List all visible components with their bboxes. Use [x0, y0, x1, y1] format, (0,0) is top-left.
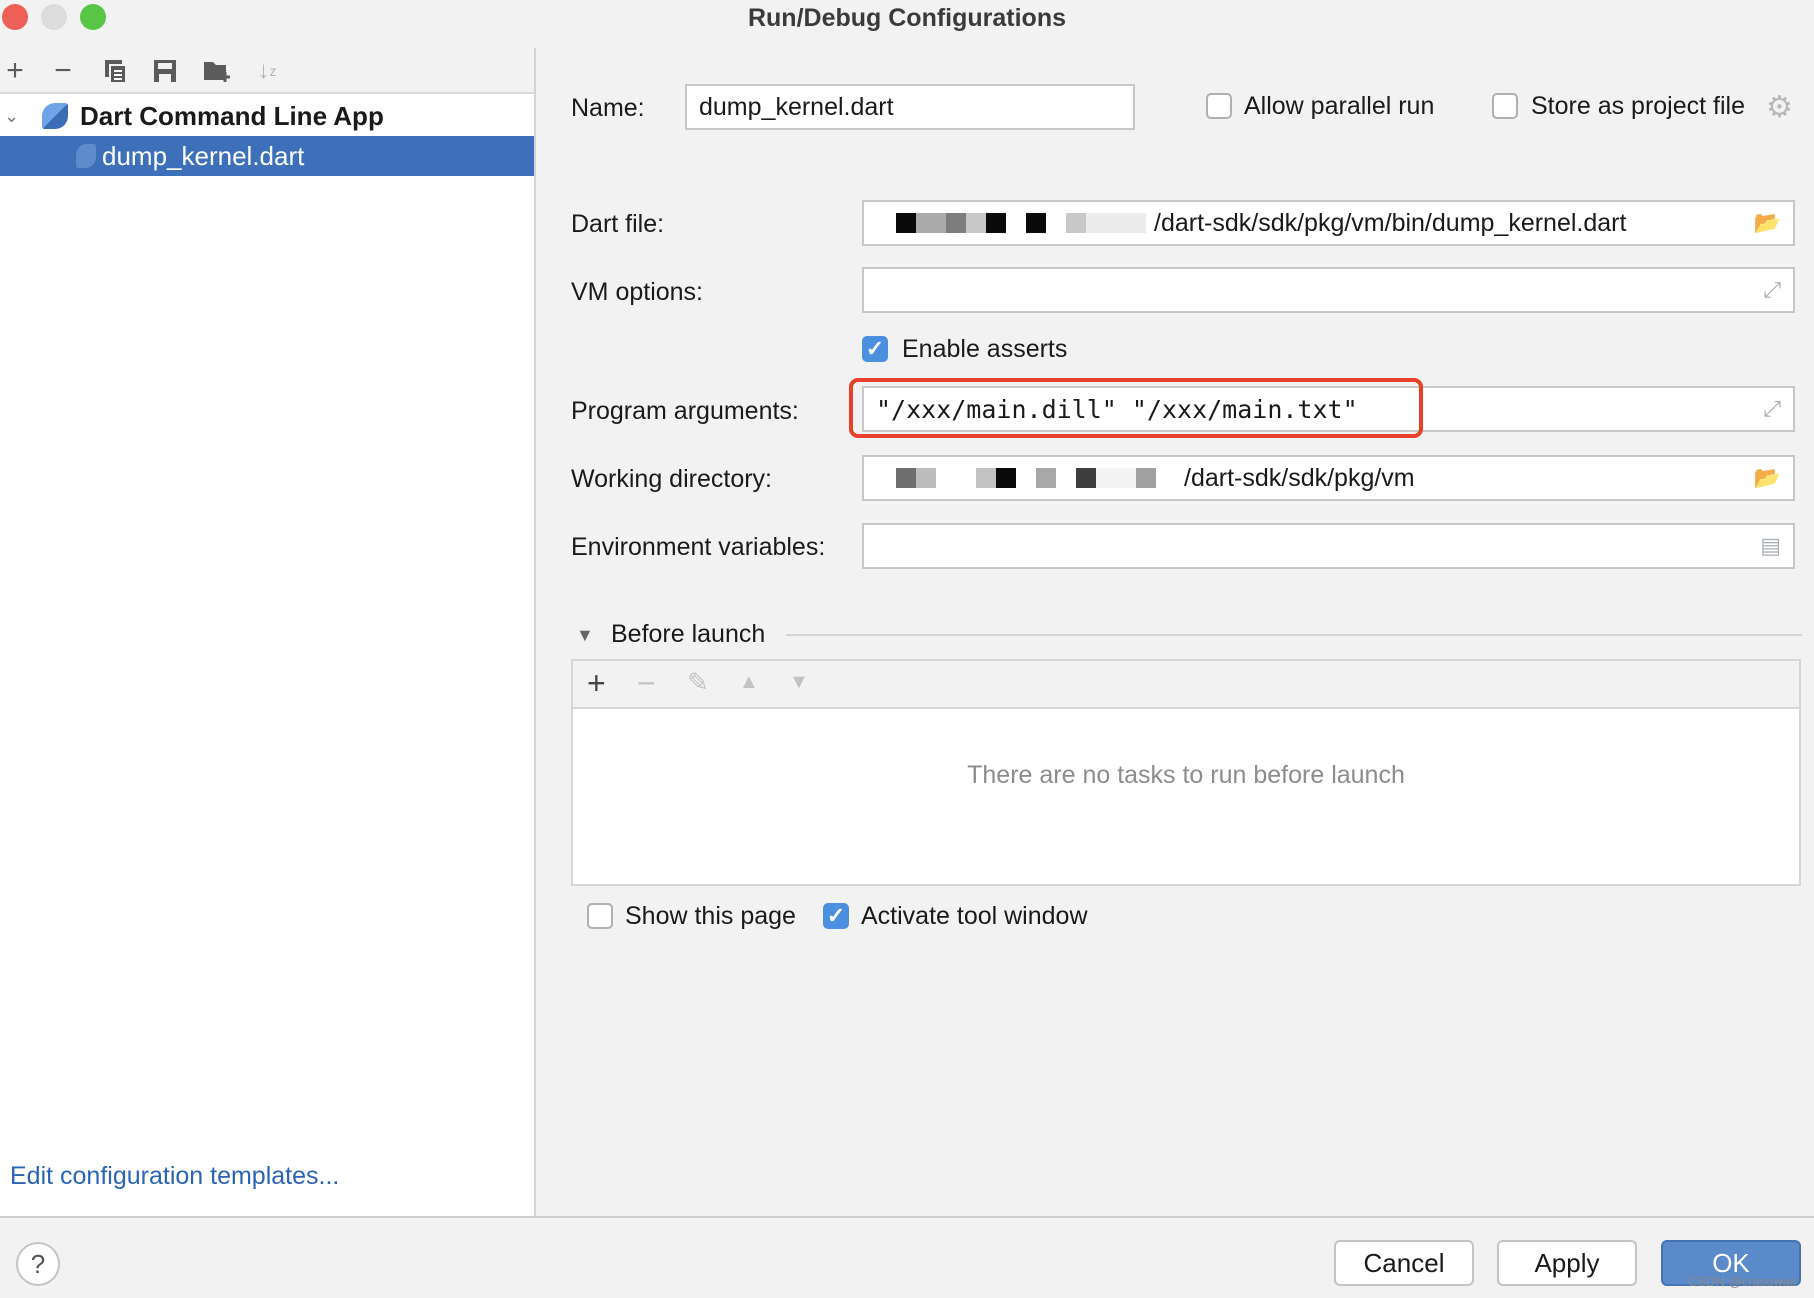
move-down-icon[interactable]: ▼	[789, 671, 809, 694]
before-launch-panel: + − ✎ ▲ ▼ There are no tasks to run befo…	[571, 659, 1801, 886]
remove-icon[interactable]: −	[637, 665, 656, 702]
gear-icon[interactable]: ⚙	[1766, 90, 1793, 125]
tree-group-dart-command-line-app[interactable]: ⌄ Dart Command Line App	[0, 96, 534, 136]
configurations-panel: + − ↓ z ⌄ Dart Command Line App dump_kern…	[0, 48, 536, 1216]
vm-options-input[interactable]: ⤢	[862, 267, 1795, 313]
add-icon[interactable]: +	[587, 665, 606, 702]
env-vars-input[interactable]: ▤	[862, 523, 1795, 569]
expand-icon[interactable]: ⤢	[1763, 396, 1781, 422]
show-page-checkbox[interactable]	[587, 903, 613, 929]
before-launch-title: Before launch	[611, 620, 766, 648]
cancel-button[interactable]: Cancel	[1334, 1240, 1474, 1286]
sort-icon[interactable]: ↓ z	[250, 54, 284, 88]
store-project-label: Store as project file	[1531, 92, 1745, 120]
separator	[786, 634, 1802, 636]
dart-icon	[42, 103, 68, 129]
highlight-box	[849, 378, 1423, 438]
tree-group-label: Dart Command Line App	[80, 100, 384, 131]
move-up-icon[interactable]: ▲	[739, 671, 759, 694]
program-args-label: Program arguments:	[571, 397, 799, 425]
dart-icon	[76, 144, 96, 168]
name-input[interactable]: dump_kernel.dart	[685, 84, 1135, 130]
edit-templates-link[interactable]: Edit configuration templates...	[10, 1162, 339, 1191]
show-page-label: Show this page	[625, 902, 796, 930]
allow-parallel-checkbox[interactable]	[1206, 93, 1232, 119]
tree-item-dump-kernel[interactable]: dump_kernel.dart	[0, 136, 534, 176]
tree-item-label: dump_kernel.dart	[102, 140, 305, 171]
working-dir-input[interactable]: /dart-sdk/sdk/pkg/vm 📂	[862, 455, 1795, 501]
folder-icon[interactable]: 📂	[1754, 210, 1781, 236]
name-label: Name:	[571, 94, 645, 122]
watermark: CSDN @crasowas	[1688, 1274, 1797, 1289]
expand-icon[interactable]: ⤢	[1763, 277, 1781, 303]
redacted-path	[896, 468, 1156, 488]
dart-file-value: /dart-sdk/sdk/pkg/vm/bin/dump_kernel.dar…	[1154, 208, 1627, 237]
document-icon[interactable]: ▤	[1760, 533, 1781, 559]
remove-icon[interactable]: −	[46, 54, 80, 88]
dialog-footer: ? Cancel Apply OK CSDN @crasowas	[0, 1216, 1814, 1298]
working-dir-label: Working directory:	[571, 465, 772, 493]
allow-parallel-label: Allow parallel run	[1244, 92, 1435, 120]
edit-icon[interactable]: ✎	[687, 667, 709, 698]
dart-file-label: Dart file:	[571, 210, 665, 238]
activate-tool-checkbox[interactable]: ✓	[823, 903, 849, 929]
store-project-checkbox[interactable]	[1492, 93, 1518, 119]
dart-file-input[interactable]: /dart-sdk/sdk/pkg/vm/bin/dump_kernel.dar…	[862, 200, 1795, 246]
help-button[interactable]: ?	[16, 1242, 60, 1286]
redacted-path	[896, 213, 1146, 233]
no-tasks-text: There are no tasks to run before launch	[967, 761, 1405, 789]
collapse-triangle-icon[interactable]: ▼	[576, 625, 594, 646]
folder-icon[interactable]: 📂	[1754, 465, 1781, 491]
enable-asserts-label: Enable asserts	[902, 335, 1068, 363]
window-title: Run/Debug Configurations	[747, 4, 1067, 32]
apply-button[interactable]: Apply	[1497, 1240, 1637, 1286]
save-icon[interactable]	[148, 54, 182, 88]
vm-options-label: VM options:	[571, 278, 704, 306]
before-launch-toolbar: + − ✎ ▲ ▼	[573, 661, 1799, 709]
name-input-value: dump_kernel.dart	[699, 92, 894, 121]
activate-tool-label: Activate tool window	[861, 902, 1088, 930]
new-folder-icon[interactable]	[200, 54, 234, 88]
enable-asserts-checkbox[interactable]: ✓	[862, 336, 888, 362]
working-dir-value: /dart-sdk/sdk/pkg/vm	[1184, 463, 1415, 492]
env-vars-label: Environment variables:	[571, 533, 826, 561]
chevron-down-icon[interactable]: ⌄	[4, 106, 36, 127]
configurations-toolbar: + − ↓ z	[0, 48, 534, 94]
add-icon[interactable]: +	[0, 54, 32, 88]
copy-icon[interactable]	[98, 54, 132, 88]
